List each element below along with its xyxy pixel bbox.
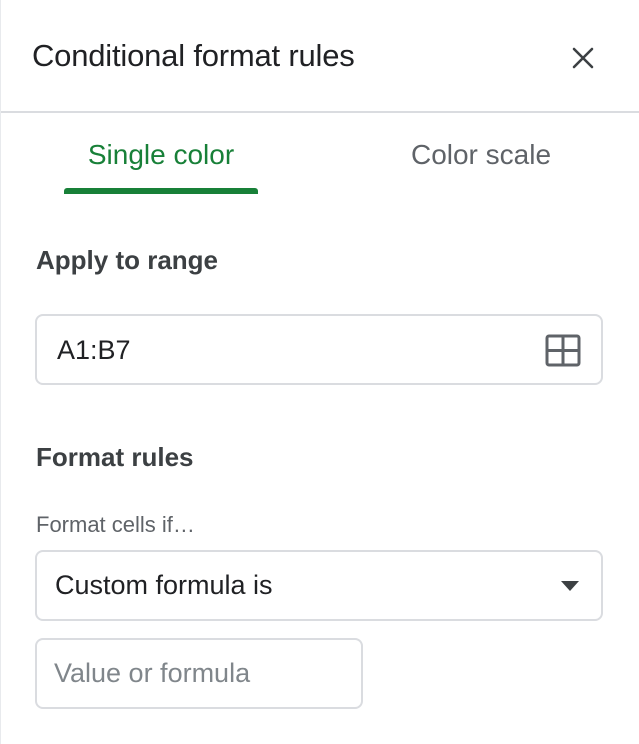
- tab-single-color[interactable]: Single color: [64, 115, 258, 195]
- apply-to-range-label: Apply to range: [36, 245, 219, 275]
- panel-title: Conditional format rules: [32, 38, 355, 73]
- tab-single-color-label: Single color: [87, 139, 235, 170]
- close-button[interactable]: [559, 38, 607, 78]
- condition-select[interactable]: Custom formula is: [35, 550, 603, 621]
- format-cells-if-label: Format cells if…: [36, 512, 195, 537]
- format-rules-label: Format rules: [36, 442, 194, 472]
- range-field[interactable]: A1:B7: [35, 314, 603, 385]
- grid-select-icon: [545, 334, 581, 367]
- tab-color-scale-label: Color scale: [410, 139, 552, 170]
- active-tab-indicator: [64, 188, 258, 194]
- dropdown-arrow-icon: [561, 581, 579, 591]
- tab-bar: Single color Color scale: [1, 115, 639, 195]
- tab-color-scale[interactable]: Color scale: [381, 115, 581, 195]
- condition-selected-value: Custom formula is: [55, 570, 273, 600]
- select-range-button[interactable]: [545, 334, 581, 367]
- close-icon: [572, 47, 594, 69]
- panel-header: Conditional format rules: [1, 0, 639, 113]
- range-value: A1:B7: [57, 335, 131, 365]
- conditional-format-panel: Conditional format rules Single color Co…: [0, 0, 639, 744]
- value-or-formula-input[interactable]: [35, 638, 363, 709]
